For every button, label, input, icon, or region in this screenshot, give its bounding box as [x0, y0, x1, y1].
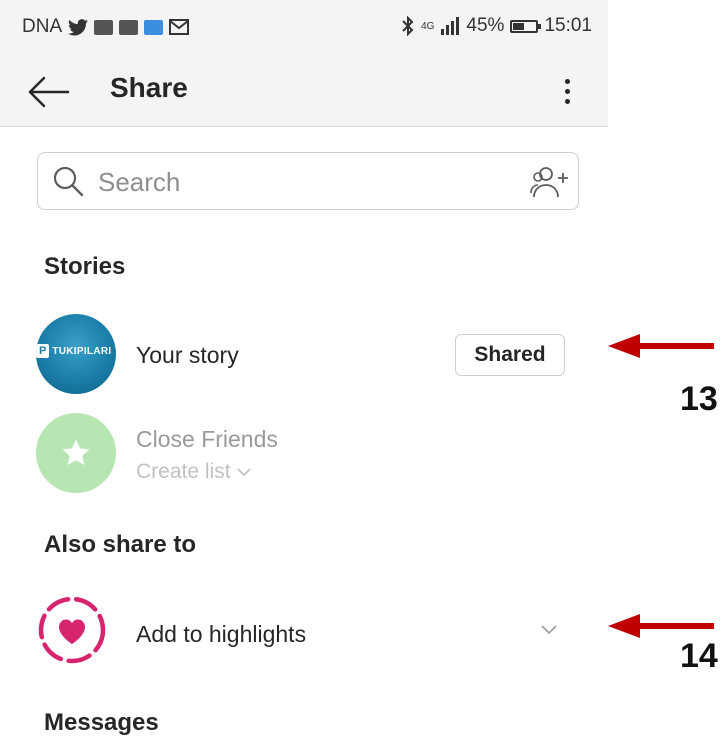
- add-user-icon[interactable]: [530, 165, 570, 199]
- network-type: 4G: [421, 20, 435, 32]
- search-icon: [53, 166, 84, 197]
- create-list-link[interactable]: Create list: [136, 460, 251, 484]
- app-icon: [94, 19, 114, 35]
- status-left: DNA: [22, 16, 190, 38]
- battery-icon: [510, 19, 542, 33]
- signal-icon: [441, 17, 460, 35]
- chevron-down-icon: [236, 467, 251, 476]
- dot: [564, 78, 570, 84]
- twitter-icon: [68, 18, 89, 35]
- close-friends-avatar[interactable]: [36, 413, 116, 493]
- dot: [564, 88, 570, 94]
- avatar: P TUKIPILARI: [36, 314, 116, 394]
- search-input[interactable]: [96, 163, 500, 201]
- app-icon: [144, 19, 164, 35]
- phone-screen: DNA 4G 45% 15:01 Share Stories: [0, 0, 608, 738]
- also-share-header: Also share to: [44, 531, 197, 558]
- page-title: Share: [110, 72, 188, 103]
- close-friends-label[interactable]: Close Friends: [136, 426, 278, 453]
- add-to-highlights-label[interactable]: Add to highlights: [136, 621, 306, 648]
- status-bar: DNA 4G 45% 15:01: [0, 0, 608, 58]
- messages-header: Messages: [44, 709, 159, 736]
- annotation-arrow-icon: [608, 334, 714, 358]
- chevron-down-icon[interactable]: [540, 624, 558, 636]
- carrier-name: DNA: [22, 16, 63, 37]
- annotation-number: 13: [680, 380, 718, 418]
- avatar-mark: P: [36, 344, 50, 358]
- star-icon: [62, 439, 90, 466]
- dot: [564, 98, 570, 104]
- search-box: [37, 152, 579, 210]
- create-list-label: Create list: [136, 460, 231, 483]
- app-icon: [119, 19, 139, 35]
- bluetooth-icon: [402, 16, 414, 36]
- more-vertical-icon[interactable]: [552, 68, 582, 114]
- annotation-number: 14: [680, 637, 718, 675]
- shared-button[interactable]: Shared: [455, 334, 565, 376]
- app-bar: Share: [0, 58, 608, 127]
- status-right: 4G 45% 15:01: [401, 15, 592, 37]
- avatar-text: TUKIPILARI: [52, 345, 112, 357]
- stories-header: Stories: [44, 253, 126, 280]
- your-story-label: Your story: [136, 342, 239, 368]
- mail-icon: [169, 19, 190, 35]
- clock: 15:01: [544, 15, 592, 36]
- annotation-arrow-icon: [608, 614, 714, 638]
- avatar-logo: P TUKIPILARI: [36, 344, 111, 358]
- arrow-left-icon[interactable]: [26, 72, 70, 112]
- battery-fill: [513, 22, 525, 30]
- heart-icon[interactable]: [36, 594, 108, 666]
- battery-percent: 45%: [466, 15, 505, 36]
